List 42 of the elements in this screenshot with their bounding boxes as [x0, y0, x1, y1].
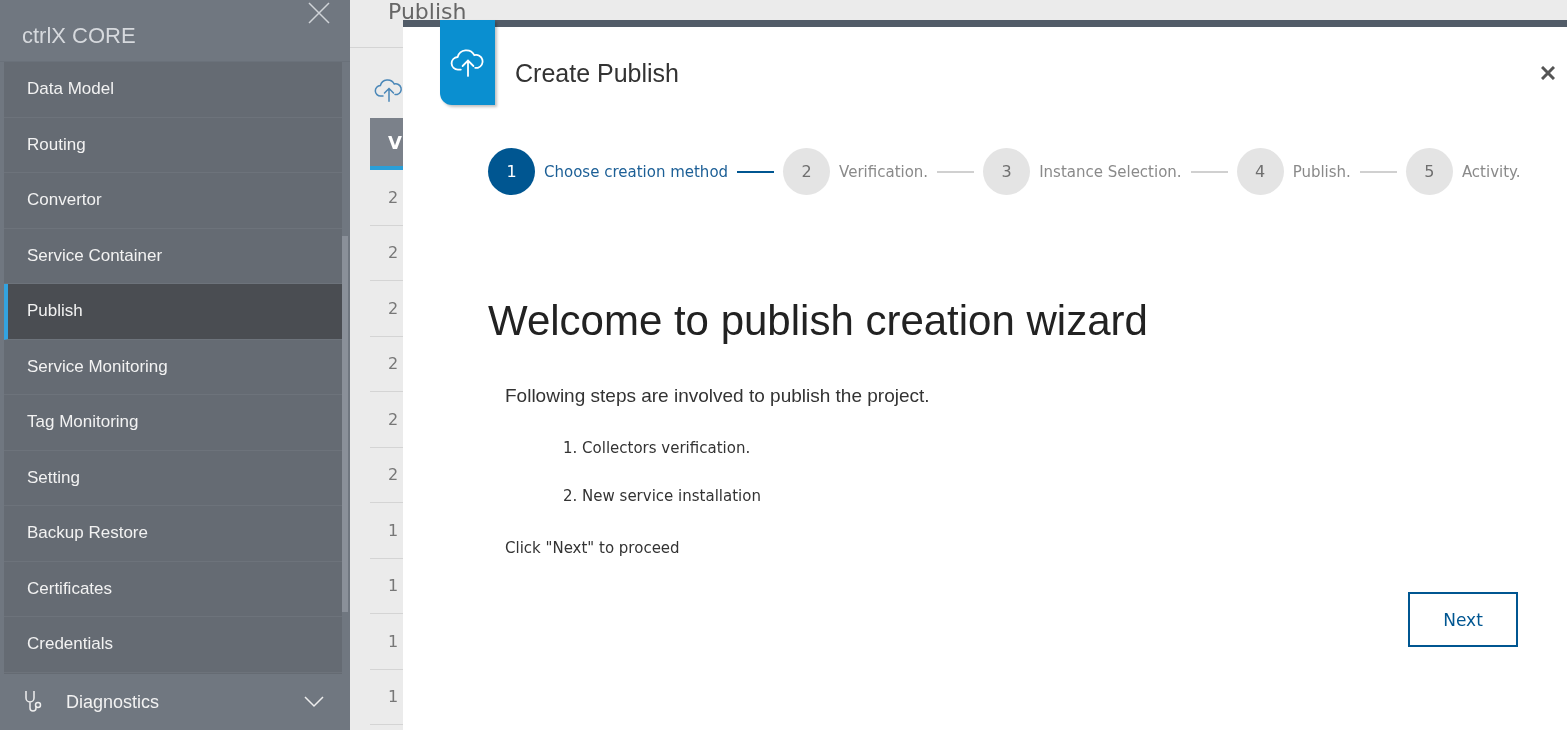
table-cell: 2 [388, 187, 399, 207]
close-icon[interactable] [308, 2, 330, 24]
table-cell: 1 [388, 520, 399, 540]
step-label: Instance Selection. [1039, 162, 1182, 181]
step-number: 3 [983, 148, 1031, 195]
step-connector [1359, 170, 1397, 173]
table-cell: 1 [388, 576, 399, 596]
cloud-upload-icon [449, 48, 486, 77]
wizard-heading: Welcome to publish creation wizard [488, 297, 1149, 345]
step-connector [1190, 170, 1228, 173]
sidebar-group[interactable]: Diagnostics [0, 674, 350, 730]
table-cell: 2 [388, 465, 399, 485]
app-title: ctrlX CORE [22, 23, 136, 49]
table-cell: 2 [388, 298, 399, 318]
chevron-icon [304, 696, 324, 708]
table-cell: 2 [388, 354, 399, 374]
page-title: Publish [388, 0, 467, 24]
step-connector [937, 170, 975, 173]
close-button[interactable] [1539, 64, 1557, 82]
intro-text: Following steps are involved to publish the project. [505, 385, 931, 407]
step-label: Publish. [1292, 162, 1351, 181]
sidebar-item[interactable]: Publish [4, 284, 342, 340]
table-cell: 2 [388, 243, 399, 263]
step-number: 1 [488, 148, 535, 195]
step-number: 4 [1236, 148, 1284, 195]
step-connector [737, 170, 775, 173]
step-label: Activity. [1461, 162, 1521, 181]
step-number: 5 [1405, 148, 1453, 195]
dialog-title: Create Publish [515, 59, 680, 88]
stethoscope-icon [24, 690, 44, 714]
cloud-upload-icon [374, 78, 404, 102]
step-label: Verification. [839, 162, 929, 181]
list-item: 1. Collectors verification. [563, 439, 752, 457]
table-cell: 1 [388, 631, 399, 651]
table-cell: 2 [388, 409, 399, 429]
next-button[interactable]: Next [1408, 592, 1518, 647]
step-label: Choose creation method [544, 162, 729, 181]
list-item: 2. New service installation [563, 487, 762, 505]
hint-text: Click "Next" to proceed [505, 539, 681, 557]
table-cell: 1 [388, 687, 399, 707]
scrollbar-thumb[interactable] [342, 236, 348, 612]
step-number: 2 [783, 148, 831, 195]
